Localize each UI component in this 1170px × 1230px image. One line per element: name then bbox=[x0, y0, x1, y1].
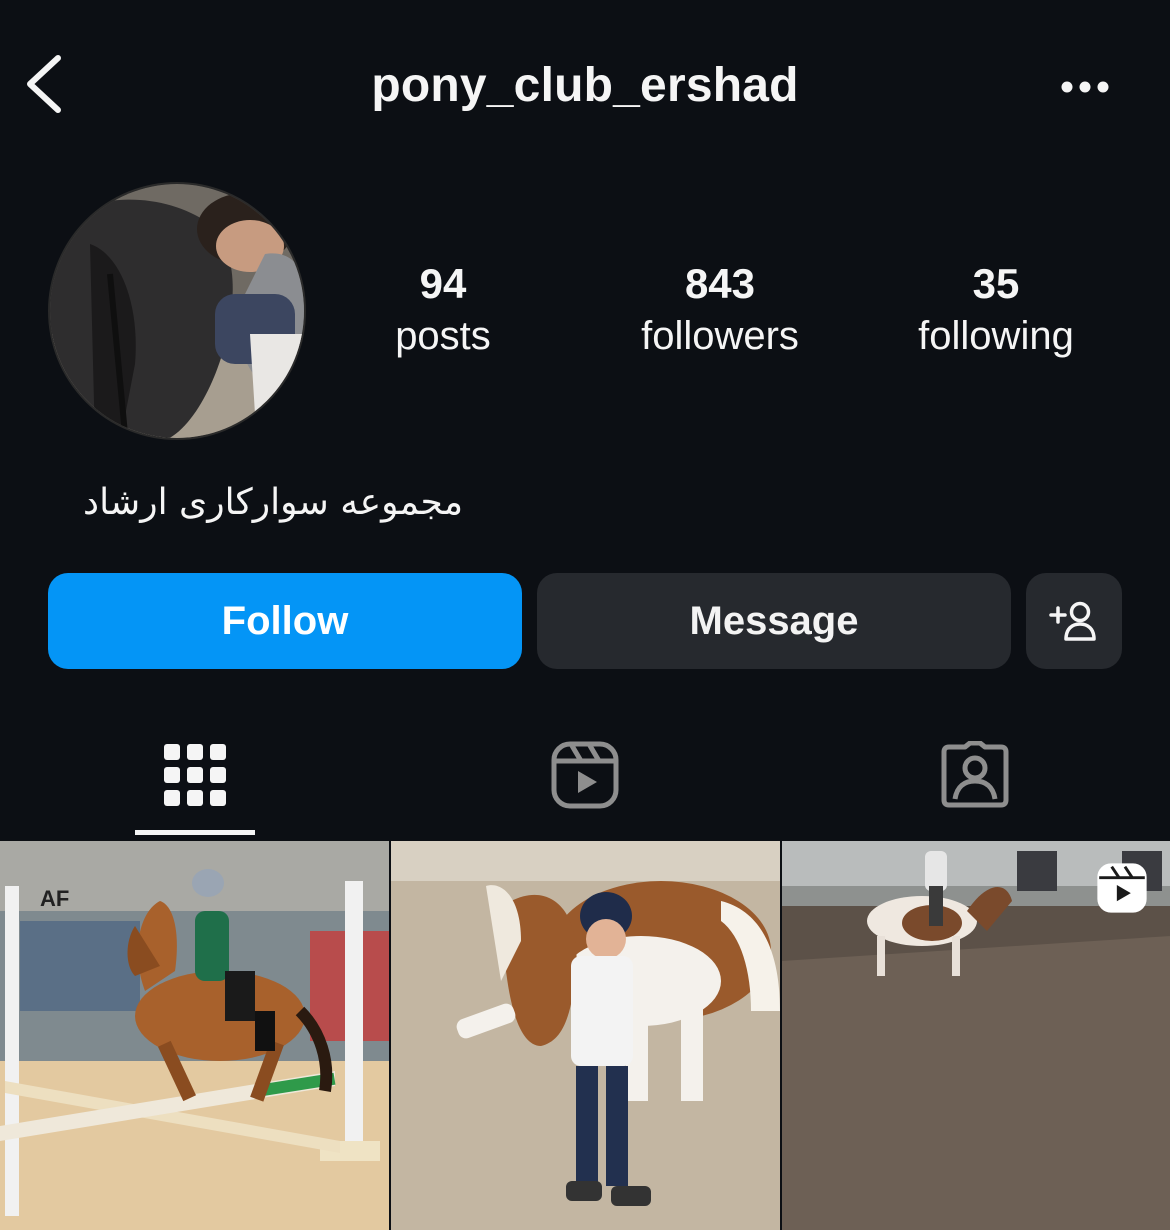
reels-icon bbox=[551, 741, 619, 809]
stat-followers[interactable]: 843 followers bbox=[590, 258, 850, 362]
tab-tagged[interactable] bbox=[915, 730, 1035, 820]
person-add-icon bbox=[1049, 601, 1096, 641]
followers-label: followers bbox=[641, 314, 799, 358]
profile-avatar[interactable] bbox=[48, 182, 306, 440]
stat-following[interactable]: 35 following bbox=[866, 258, 1126, 362]
post-thumbnail-2[interactable] bbox=[391, 841, 780, 1230]
stat-posts[interactable]: 94 posts bbox=[313, 258, 573, 362]
follow-button[interactable]: Follow bbox=[48, 573, 522, 669]
svg-text:AF: AF bbox=[40, 886, 69, 911]
boy-with-pony-photo bbox=[391, 841, 780, 1230]
more-options-button[interactable] bbox=[1050, 70, 1120, 104]
profile-bio: مجموعه سوارکاری ارشاد bbox=[83, 482, 463, 523]
message-button[interactable]: Message bbox=[537, 573, 1011, 669]
reel-badge-icon bbox=[1097, 863, 1147, 913]
profile-username: pony_club_ershad bbox=[371, 59, 799, 112]
following-label: following bbox=[918, 314, 1074, 358]
followers-count: 843 bbox=[684, 260, 756, 307]
top-bar: pony_club_ershad bbox=[0, 0, 1170, 170]
post-thumbnail-1[interactable]: AF bbox=[0, 841, 389, 1230]
more-horizontal-icon bbox=[1061, 81, 1109, 93]
following-count: 35 bbox=[972, 260, 1020, 307]
posts-label: posts bbox=[395, 314, 491, 358]
suggest-users-button[interactable] bbox=[1026, 573, 1122, 669]
tab-posts-grid[interactable] bbox=[135, 730, 255, 820]
horse-jumping-photo: AF bbox=[0, 841, 389, 1230]
grid-icon bbox=[164, 744, 226, 806]
tab-reels[interactable] bbox=[525, 730, 645, 820]
post-thumbnail-3[interactable] bbox=[782, 841, 1170, 1230]
avatar-photo bbox=[50, 184, 304, 438]
posts-count: 94 bbox=[419, 260, 467, 307]
tagged-icon bbox=[941, 741, 1009, 808]
active-tab-indicator bbox=[135, 830, 255, 835]
